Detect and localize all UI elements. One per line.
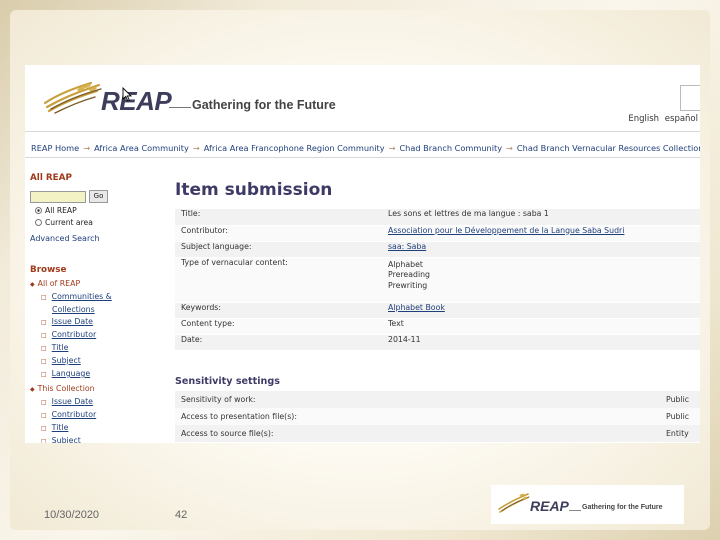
table-row: Content type: Text xyxy=(175,318,700,335)
field-key: Contributor: xyxy=(175,225,382,242)
browse-coll-title-link[interactable]: Title xyxy=(30,422,96,435)
reap-logo-icon xyxy=(43,81,102,114)
footer-logo-rule xyxy=(569,510,581,511)
table-row: Title: Les sons et lettres de ma langue … xyxy=(175,209,700,226)
sensitivity-value: Public xyxy=(660,391,700,408)
field-value: 2014-11 xyxy=(382,334,700,351)
radio-selected-icon xyxy=(35,207,42,214)
browse-coll-contributor-link[interactable]: Contributor xyxy=(30,409,97,422)
scope-all-radio[interactable]: All REAP xyxy=(35,206,77,215)
slide-page-number: 42 xyxy=(175,509,188,521)
lang-english-link[interactable]: English xyxy=(628,114,659,124)
browse-all-title: All of REAP xyxy=(30,278,112,291)
logo-tagline: Gathering for the Future xyxy=(192,98,336,112)
sidebar: All REAP Go All REAP Current area Advanc… xyxy=(25,158,165,443)
site-header: REAP Gathering for the Future English es… xyxy=(25,65,700,131)
scope-current-label: Current area xyxy=(45,218,93,227)
reap-logo-icon xyxy=(498,493,530,513)
table-row: Access to presentation file(s): Public xyxy=(175,408,700,425)
sensitivity-key: Access to source file(s): xyxy=(175,425,660,442)
breadcrumb-collection-link[interactable]: Chad Branch Vernacular Resources Collect… xyxy=(517,143,700,153)
sensitivity-value: Entity xyxy=(660,425,700,442)
arrow-right-icon: → xyxy=(388,143,396,153)
scope-current-radio[interactable]: Current area xyxy=(35,218,93,227)
browse-collections-link[interactable]: Collections xyxy=(30,304,112,316)
field-key: Keywords: xyxy=(175,302,382,319)
field-key: Subject language: xyxy=(175,241,382,258)
browse-communities-link[interactable]: Communities & xyxy=(30,291,112,304)
language-box xyxy=(680,85,700,111)
search-input[interactable] xyxy=(30,191,86,203)
browse-heading: Browse xyxy=(30,265,67,275)
advanced-search-link[interactable]: Advanced Search xyxy=(30,234,100,243)
table-row: Type of vernacular content: Alphabet Pre… xyxy=(175,257,700,303)
table-row: Access to source file(s): Entity xyxy=(175,425,700,442)
scope-all-label: All REAP xyxy=(45,206,77,215)
lang-espanol-link[interactable]: español xyxy=(665,114,698,124)
page-title: Item submission xyxy=(175,180,333,200)
arrow-right-icon: → xyxy=(83,143,91,153)
table-row: Keywords: Alphabet Book xyxy=(175,302,700,319)
browse-coll-subject-link[interactable]: Subject xyxy=(30,435,96,443)
browse-all-tree: All of REAP Communities & Collections Is… xyxy=(30,278,112,381)
browse-all-subject-link[interactable]: Subject xyxy=(30,355,112,368)
field-key: Date: xyxy=(175,334,382,351)
field-value: Text xyxy=(382,318,700,335)
arrow-right-icon: → xyxy=(506,143,513,153)
radio-unselected-icon xyxy=(35,219,42,226)
content-type-value: Alphabet xyxy=(388,259,423,269)
subject-language-link[interactable]: saa: Saba xyxy=(388,242,426,251)
field-key: Title: xyxy=(175,209,382,226)
sensitivity-key: Access to presentation file(s): xyxy=(175,408,660,425)
language-switcher: English español xyxy=(625,114,698,124)
breadcrumb-africa-link[interactable]: Africa Area Community xyxy=(94,143,189,153)
keyword-link[interactable]: Alphabet Book xyxy=(388,303,445,312)
field-key: Content type: xyxy=(175,318,382,335)
field-value: Les sons et lettres de ma langue : saba … xyxy=(382,209,700,226)
breadcrumb-francophone-link[interactable]: Africa Area Francophone Region Community xyxy=(204,143,385,153)
sensitivity-table: Sensitivity of work: Public Access to pr… xyxy=(175,391,700,442)
browser-screenshot: REAP Gathering for the Future English es… xyxy=(25,65,700,443)
slide-date: 10/30/2020 xyxy=(44,509,100,521)
search-scope-heading: All REAP xyxy=(30,173,72,183)
sensitivity-value: Public xyxy=(660,408,700,425)
sensitivity-key: Sensitivity of work: xyxy=(175,391,660,408)
table-row: Date: 2014-11 xyxy=(175,334,700,351)
table-row: Subject language: saa: Saba xyxy=(175,241,700,258)
browse-coll-issue-date-link[interactable]: Issue Date xyxy=(30,396,96,409)
item-metadata-table: Title: Les sons et lettres de ma langue … xyxy=(175,209,700,351)
footer-logo: REAP Gathering for the Future xyxy=(491,485,684,524)
footer-logo-text: REAP xyxy=(530,498,569,514)
logo-rule xyxy=(169,107,191,108)
browse-all-language-link[interactable]: Language xyxy=(30,368,112,381)
breadcrumb: REAP Home → Africa Area Community → Africa A… xyxy=(25,131,700,158)
arrow-right-icon: → xyxy=(192,143,200,153)
sensitivity-heading: Sensitivity settings xyxy=(175,376,280,387)
content-type-value: Prereading xyxy=(388,270,431,279)
go-button[interactable]: Go xyxy=(89,190,108,203)
table-row: Contributor: Association pour le Dévelop… xyxy=(175,225,700,242)
logo-text: REAP xyxy=(101,86,172,116)
contributor-link[interactable]: Association pour le Développement de la … xyxy=(388,226,624,235)
content-type-value: Prewriting xyxy=(388,280,428,290)
browse-collection-title: This Collection xyxy=(30,383,96,396)
browse-all-contributor-link[interactable]: Contributor xyxy=(30,329,112,342)
mouse-cursor-icon xyxy=(122,87,132,102)
breadcrumb-home-link[interactable]: REAP Home xyxy=(31,143,79,153)
browse-collection-tree: This Collection Issue Date Contributor T… xyxy=(30,383,97,443)
footer-logo-tagline: Gathering for the Future xyxy=(582,504,663,511)
browse-all-issue-date-link[interactable]: Issue Date xyxy=(30,316,112,329)
breadcrumb-chad-link[interactable]: Chad Branch Community xyxy=(399,143,502,153)
field-key: Type of vernacular content: xyxy=(175,257,382,303)
table-row: Sensitivity of work: Public xyxy=(175,391,700,408)
browse-all-title-link[interactable]: Title xyxy=(30,342,112,355)
